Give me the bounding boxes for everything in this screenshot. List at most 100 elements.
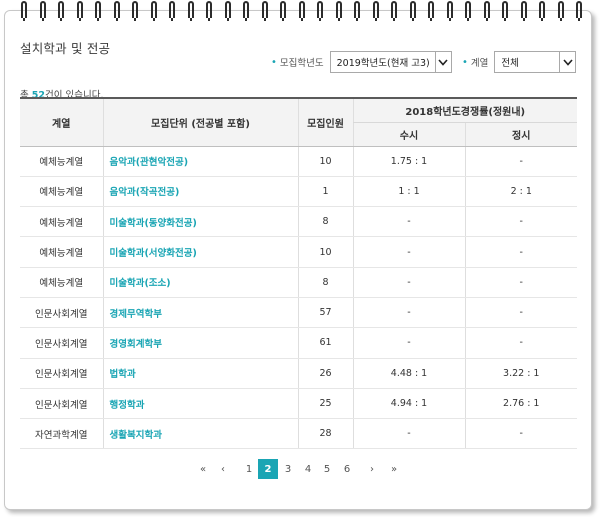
cell-early: 1 : 1	[352, 176, 465, 208]
page-button[interactable]: 1	[239, 459, 259, 479]
cell-field: 자연과학계열	[20, 418, 103, 450]
cell-quota: 8	[297, 206, 353, 238]
cell-regular: 3.22 : 1	[464, 358, 577, 389]
cell-unit: 미술학과(조소)	[102, 267, 298, 298]
cell-field: 인문사회계열	[20, 388, 103, 420]
binder-ring-icon	[187, 1, 194, 21]
binder-ring-icon	[520, 1, 527, 21]
first-page-button[interactable]: «	[193, 459, 213, 479]
binder-ring-icon	[557, 1, 564, 21]
department-link[interactable]: 미술학과(서양화전공)	[110, 248, 197, 259]
binder-ring-icon	[335, 1, 342, 21]
binder-ring-icon	[391, 1, 397, 21]
prev-page-button[interactable]: ‹	[213, 459, 233, 479]
binder-ring-icon	[95, 1, 101, 21]
cell-quota: 1	[297, 176, 353, 208]
cell-unit: 음악과(작곡전공)	[102, 176, 298, 208]
cell-unit: 생활복지학과	[102, 418, 298, 450]
cell-quota: 57	[297, 297, 353, 329]
binder-ring-icon	[132, 1, 138, 21]
cell-unit: 법학과	[102, 358, 298, 389]
department-link[interactable]: 미술학과(조소)	[110, 278, 171, 289]
department-link[interactable]: 생활복지학과	[110, 430, 162, 441]
page-button[interactable]: 3	[278, 459, 298, 479]
header-quota: 모집인원	[297, 97, 353, 147]
binder-ring-icon	[409, 1, 416, 21]
page-button[interactable]: 5	[317, 459, 337, 479]
binder-ring-icon	[21, 1, 27, 21]
table-row: 예체능계열 음악과(관현악전공) 10 1.75 : 1-	[20, 146, 577, 177]
cell-field: 예체능계열	[20, 236, 103, 268]
cell-unit: 행정학과	[102, 388, 298, 420]
cell-early: -	[352, 327, 465, 359]
binder-ring-icon	[224, 1, 231, 21]
binder-ring-icon	[446, 1, 453, 21]
binder-ring-icon	[261, 1, 268, 21]
cell-unit: 음악과(관현악전공)	[102, 146, 298, 177]
year-filter: • 모집학년도 2019학년도(현재 고3)	[271, 51, 452, 73]
cell-early: 1.75 : 1	[352, 146, 465, 177]
table-row: 인문사회계열 행정학과 25 4.94 : 1 2.76 : 1	[20, 388, 577, 420]
next-page-button[interactable]: ›	[362, 459, 382, 479]
cell-quota: 10	[297, 236, 353, 268]
cell-quota: 61	[297, 327, 353, 359]
cell-field: 인문사회계열	[20, 297, 103, 329]
cell-regular: -	[464, 297, 577, 329]
cell-regular: 2 : 1	[464, 176, 577, 208]
binder-ring-icon	[298, 1, 305, 21]
binder-ring-icon	[280, 1, 286, 21]
last-page-button[interactable]: »	[384, 459, 404, 479]
cell-early: -	[352, 418, 465, 450]
cell-unit: 경영회계학부	[102, 327, 298, 359]
binder-ring-icon	[372, 1, 379, 21]
field-select-value: 전체	[501, 58, 519, 69]
department-link[interactable]: 경제무역학부	[110, 309, 162, 320]
binder-ring-icon	[206, 1, 212, 21]
cell-field: 예체능계열	[20, 267, 103, 298]
binder-ring-icon	[39, 1, 46, 21]
cell-early: 4.48 : 1	[352, 358, 465, 389]
binder-ring-icon	[113, 1, 120, 21]
cell-early: -	[352, 236, 465, 268]
year-select[interactable]: 2019학년도(현재 고3)	[329, 51, 452, 73]
department-link[interactable]: 경영회계학부	[110, 339, 162, 350]
cell-regular: 2.76 : 1	[464, 388, 577, 420]
cell-quota: 25	[297, 388, 353, 420]
cell-early: -	[352, 297, 465, 329]
binder-ring-icon	[465, 1, 471, 21]
header-field: 계열	[20, 97, 103, 147]
page-button[interactable]: 6	[337, 459, 357, 479]
cell-field: 예체능계열	[20, 206, 103, 238]
department-link[interactable]: 행정학과	[110, 400, 145, 411]
year-filter-label: 모집학년도	[279, 58, 324, 69]
table-row: 예체능계열 미술학과(동양화전공) 8- -	[20, 206, 577, 238]
cell-quota: 28	[297, 418, 353, 450]
bullet-icon: •	[462, 56, 468, 68]
table-row: 인문사회계열 법학과 26 4.48 : 1 3.22 : 1	[20, 358, 577, 389]
header-regular: 정시	[464, 122, 577, 147]
bullet-icon: •	[271, 56, 277, 68]
binder-ring-icon	[169, 1, 175, 21]
field-filter: • 계열 전체	[462, 51, 577, 73]
department-link[interactable]: 미술학과(동양화전공)	[110, 218, 197, 229]
cell-unit: 미술학과(서양화전공)	[102, 236, 298, 268]
cell-unit: 경제무역학부	[102, 297, 298, 329]
cell-early: -	[352, 206, 465, 238]
cell-regular: -	[464, 267, 577, 298]
department-link[interactable]: 음악과(작곡전공)	[110, 187, 180, 198]
department-table: 계열 모집단위 (전공별 포함) 모집인원 2018학년도경쟁률(정원내) 수시…	[20, 97, 577, 450]
cell-unit: 미술학과(동양화전공)	[102, 206, 298, 238]
binder-ring-icon	[150, 1, 157, 21]
page-button[interactable]: 4	[298, 459, 318, 479]
current-page-button[interactable]: 2	[258, 459, 278, 479]
department-link[interactable]: 법학과	[110, 369, 136, 380]
field-select[interactable]: 전체	[494, 51, 577, 73]
table-row: 예체능계열 미술학과(조소) 8- -	[20, 267, 577, 298]
chevron-down-icon[interactable]	[434, 52, 451, 72]
page-title: 설치학과 및 전공	[20, 41, 111, 56]
chevron-down-icon[interactable]	[559, 52, 575, 72]
binder-ring-icon	[483, 1, 490, 21]
binder-ring-icon	[58, 1, 64, 21]
cell-regular: -	[464, 146, 577, 177]
department-link[interactable]: 음악과(관현악전공)	[110, 157, 189, 168]
